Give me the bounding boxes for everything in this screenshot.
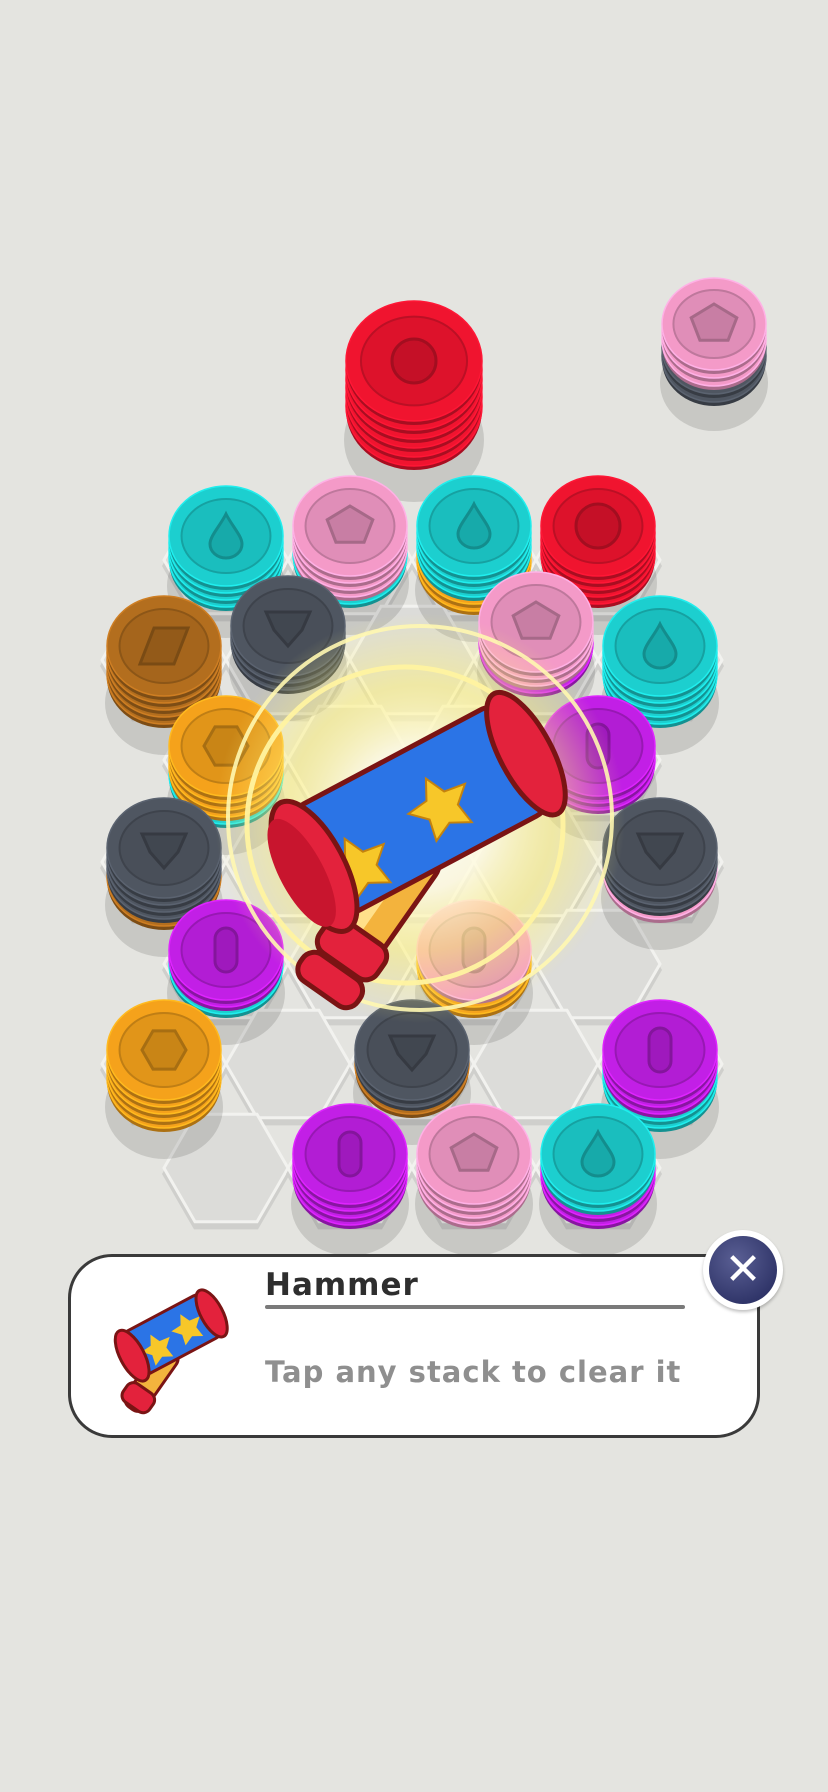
board-stack-20[interactable] [539, 1103, 657, 1256]
close-button[interactable]: ✕ [703, 1230, 783, 1310]
game-board [100, 277, 768, 1256]
board-stack-18[interactable] [291, 1103, 409, 1256]
tooltip-title: Hammer [265, 1267, 419, 1303]
tray-stack-2[interactable] [660, 277, 768, 431]
board-stack-15[interactable] [105, 999, 223, 1159]
tray-stack-1[interactable] [344, 300, 484, 502]
hexagon-icon [140, 1029, 188, 1071]
close-icon: ✕ [709, 1236, 777, 1304]
oval-icon [213, 926, 239, 974]
hammer-icon [113, 1288, 229, 1415]
tooltip-description: Tap any stack to clear it [265, 1355, 682, 1389]
stack-tray [344, 277, 768, 502]
circle-icon [390, 337, 438, 385]
tooltip-divider [265, 1305, 685, 1309]
circle-icon [574, 502, 622, 550]
booster-tooltip: Hammer Tap any stack to clear it [68, 1254, 760, 1438]
board-stack-19[interactable] [415, 1103, 533, 1256]
oval-icon [337, 1130, 363, 1178]
oval-icon [647, 1026, 673, 1074]
hammer-glow [215, 613, 625, 1023]
